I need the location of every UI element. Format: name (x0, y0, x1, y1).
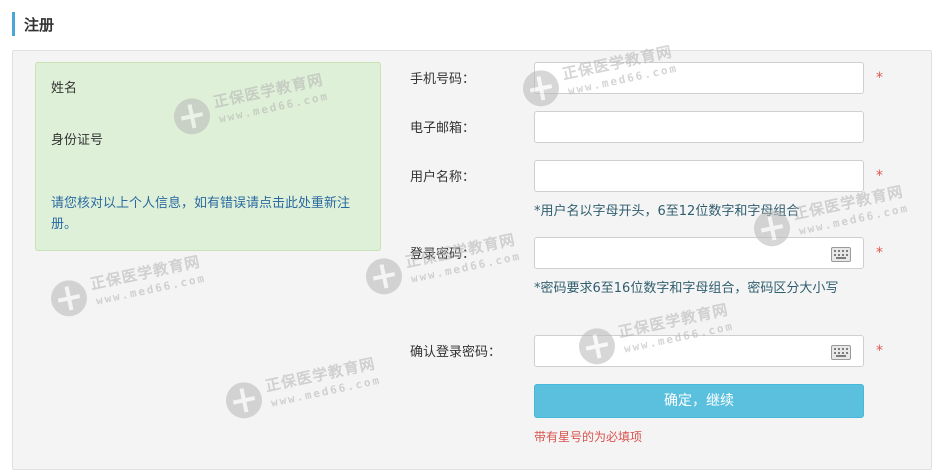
phone-input[interactable] (534, 62, 864, 94)
required-fields-note: 带有星号的为必填项 (534, 430, 643, 444)
confirm-password-input[interactable] (534, 335, 864, 367)
personal-info-box: 姓名 身份证号 请您核对以上个人信息，如有错误请点击此处重新注册。 (35, 62, 381, 251)
password-hint: *密码要求6至16位数字和字母组合，密码区分大小写 (534, 281, 839, 296)
confirm-required-star: * (876, 343, 883, 359)
keyboard-icon[interactable] (831, 247, 851, 262)
reregister-link[interactable]: 请您核对以上个人信息，如有错误请点击此处重新注册。 (51, 193, 371, 235)
submit-button[interactable]: 确定，继续 (534, 384, 864, 418)
page-header: 注册 (0, 0, 939, 50)
confirm-password-label: 确认登录密码： (410, 345, 502, 360)
username-hint: *用户名以字母开头，6至12位数字和字母组合 (534, 204, 800, 219)
username-required-star: * (876, 168, 883, 184)
name-label: 姓名 (51, 81, 78, 96)
password-label: 登录密码： (410, 247, 476, 262)
email-input[interactable] (534, 111, 864, 143)
id-number-label: 身份证号 (51, 133, 104, 148)
username-label: 用户名称： (410, 170, 476, 185)
keyboard-icon[interactable] (831, 345, 851, 360)
password-required-star: * (876, 245, 883, 261)
phone-required-star: * (876, 70, 883, 86)
username-input[interactable] (534, 160, 864, 192)
title-accent-bar (12, 12, 15, 36)
email-label: 电子邮箱： (410, 121, 476, 136)
phone-label: 手机号码： (410, 72, 476, 87)
page-title: 注册 (24, 16, 55, 34)
password-input[interactable] (534, 237, 864, 269)
